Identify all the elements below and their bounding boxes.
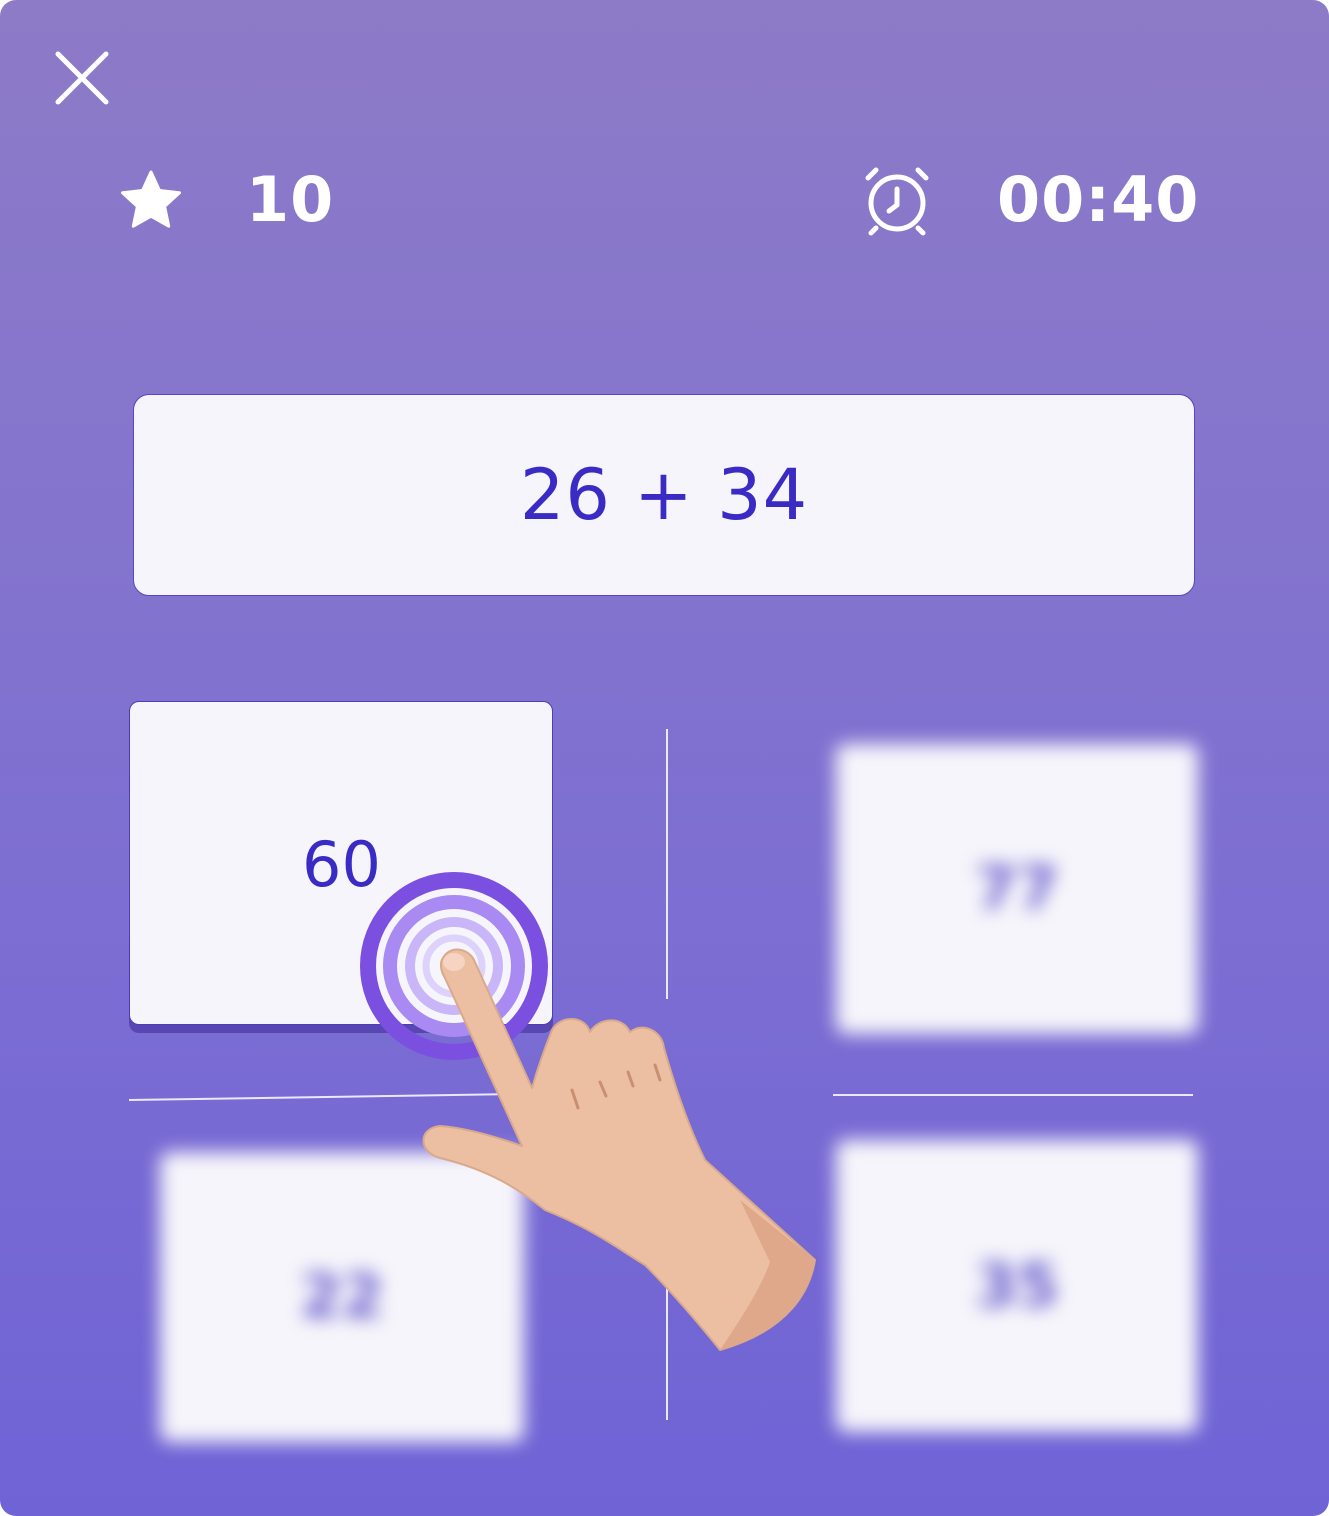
answer-card-bottom-right[interactable]: 35 [836, 1140, 1198, 1432]
timer-value: 00:40 [997, 163, 1200, 236]
answer-card-top-right[interactable]: 77 [836, 744, 1198, 1034]
game-screen: 10 00:40 26 + 34 60 77 22 35 [0, 0, 1329, 1516]
close-icon [55, 51, 109, 105]
alarm-clock-icon [862, 164, 932, 236]
star-icon [118, 168, 184, 232]
answer-value: 35 [975, 1251, 1059, 1321]
grid-divider-horizontal-right [833, 1094, 1193, 1096]
question-expression: 26 + 34 [519, 454, 809, 536]
score-value: 10 [246, 163, 335, 236]
tap-hand-icon [350, 862, 830, 1362]
answer-value: 77 [975, 854, 1059, 924]
close-button[interactable] [50, 46, 114, 110]
question-card: 26 + 34 [133, 394, 1195, 596]
